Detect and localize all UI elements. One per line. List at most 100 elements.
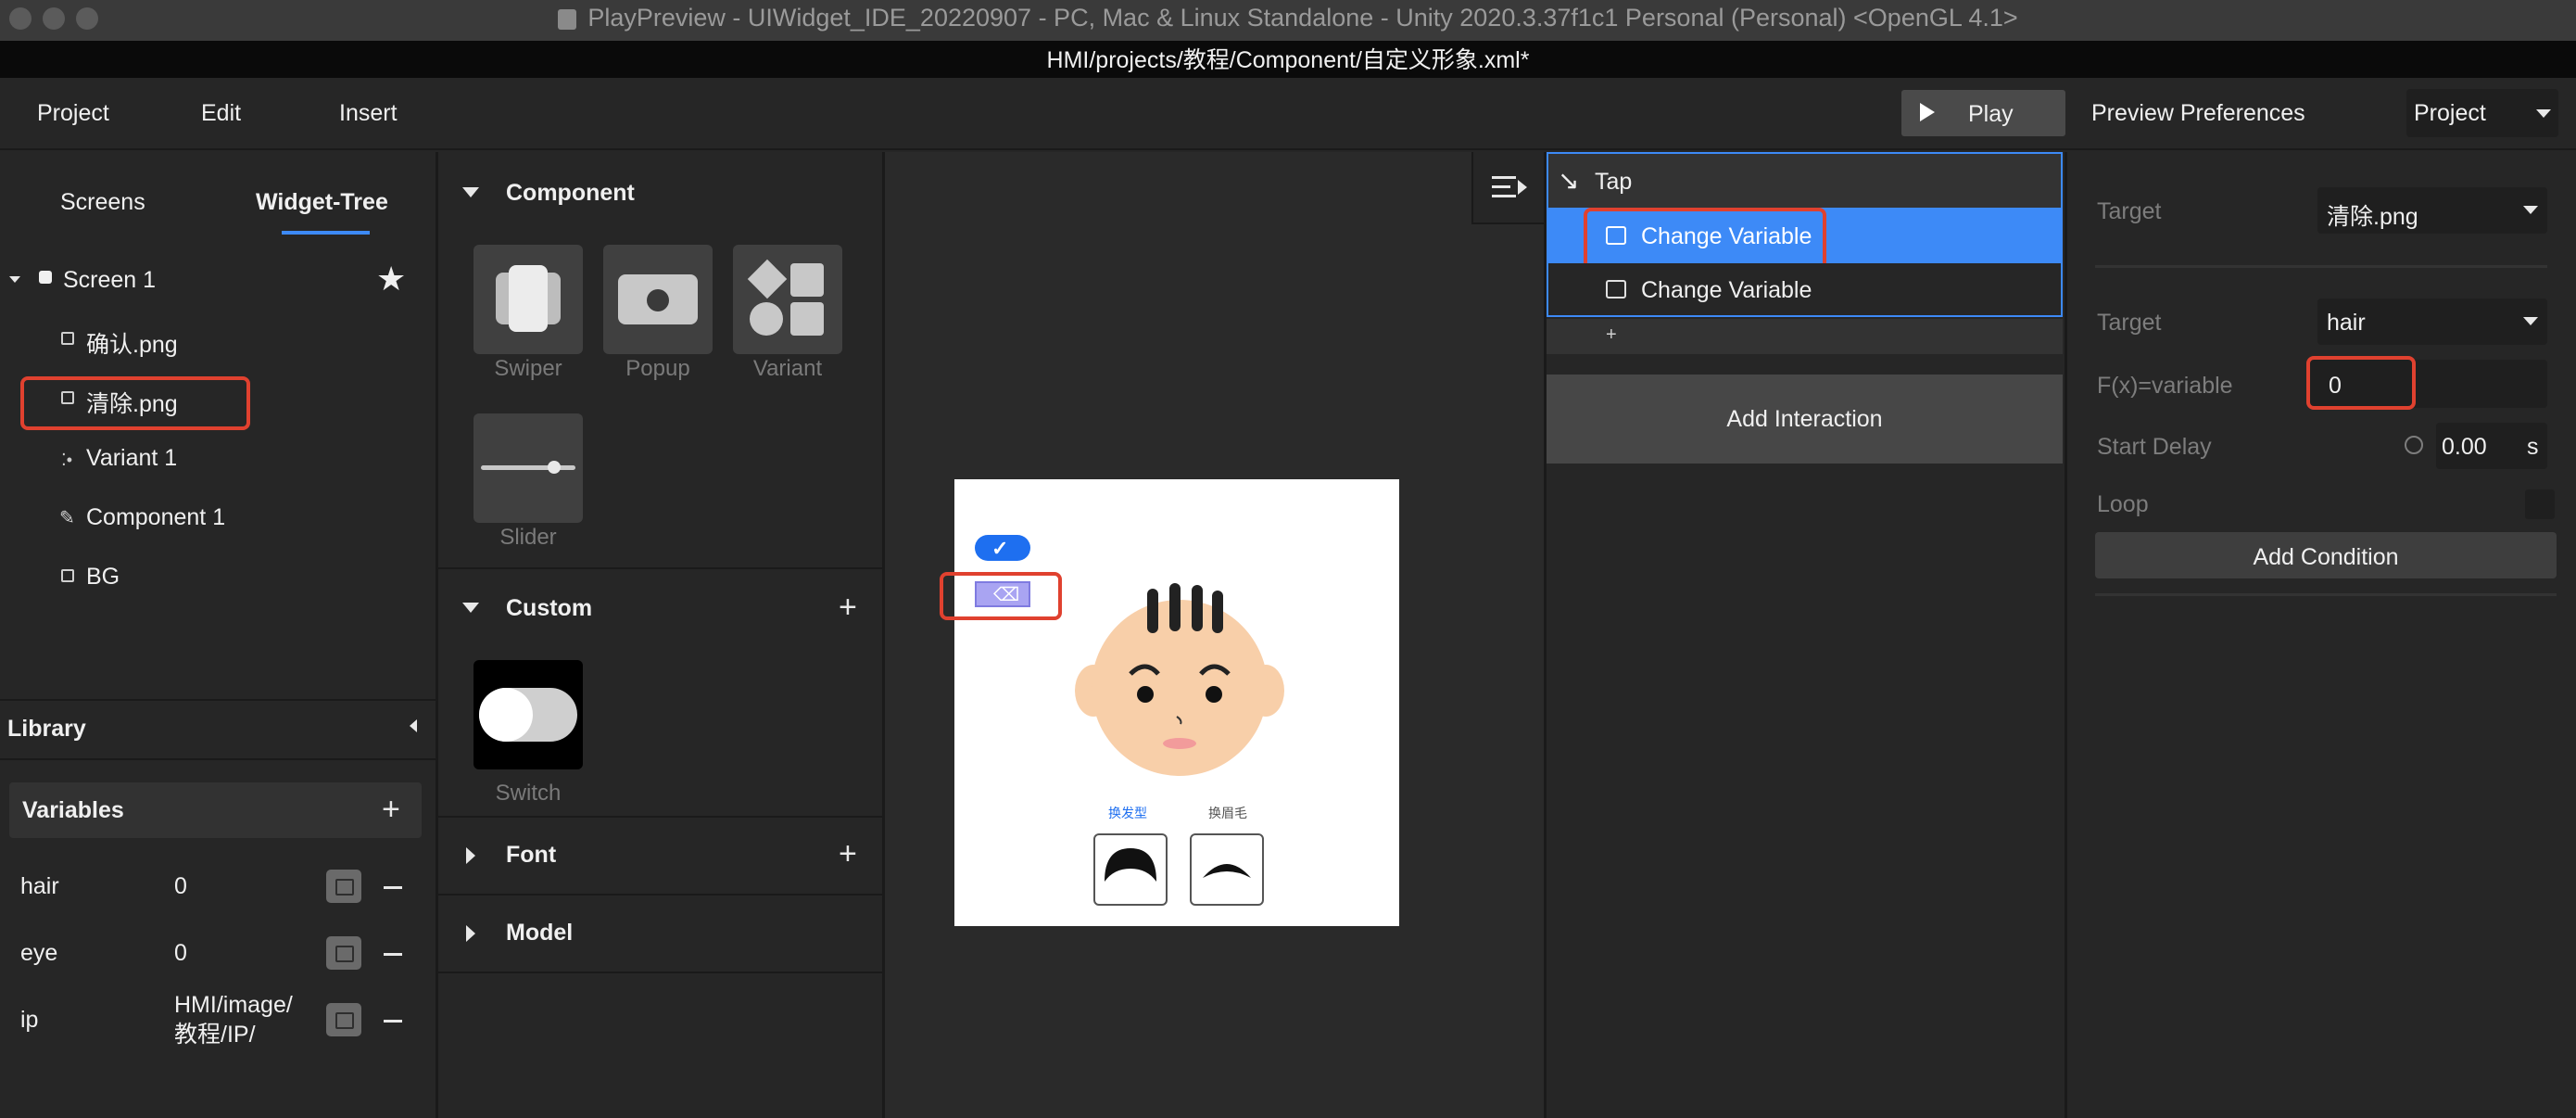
add-condition-button[interactable]: Add Condition [2095,532,2557,578]
custom-section-title: Custom [506,595,593,621]
expand-icon[interactable] [462,603,479,613]
variable-value[interactable]: 0 [174,940,187,967]
eyebrow-tab-label[interactable]: 换眉毛 [1208,804,1247,822]
library-title: Library [7,716,86,742]
variable-name: eye [20,940,58,966]
left-panel: Screens Widget-Tree Screen 1 ★ 确认.png 清除… [0,152,436,1118]
slider-tile[interactable] [474,413,583,523]
components-panel: Component Swiper Popup Variant Slider Cu… [438,152,882,1118]
highlight-box [2306,356,2416,410]
collapse-icon[interactable] [466,925,475,942]
close-window-button[interactable] [9,7,32,30]
window-title-bar: PlayPreview - UIWidget_IDE_20220907 - PC… [0,0,2576,41]
menu-insert[interactable]: Insert [339,100,398,127]
popup-tile[interactable] [603,245,713,354]
variable-value[interactable]: HMI/image/ 教程/IP/ [174,990,293,1049]
chevron-down-icon [2523,206,2538,214]
project-select[interactable]: Project [2406,89,2558,137]
target-select-value: 清除.png [2327,204,2418,230]
avatar-face [1075,583,1284,776]
tab-widget-tree[interactable]: Widget-Tree [256,189,388,216]
add-action-label: + [1606,324,1617,345]
variable-icon [1606,280,1626,299]
eyebrow-option[interactable] [1190,833,1264,906]
chevron-down-icon [2536,109,2551,118]
component-section-title: Component [506,180,635,206]
check-icon: ✓ [991,537,1009,560]
star-icon[interactable]: ★ [376,260,406,299]
component-label: Slider [499,525,557,550]
preview-preferences-title: Preview Preferences [2091,100,2305,126]
play-button[interactable]: Play [1901,90,2065,136]
variable-target-select[interactable]: hair [2317,299,2547,345]
interactions-panel: ↘ Tap Change Variable Change Variable + … [1547,152,2065,1118]
font-section-title: Font [506,842,557,868]
add-custom-button[interactable]: + [839,591,857,623]
tree-item[interactable]: Component 1 [86,504,225,531]
tree-item[interactable]: Variant 1 [86,445,177,472]
variant-icon: ⁚• [61,451,73,469]
tree-item[interactable]: BG [86,564,120,591]
variable-link-button[interactable] [326,870,361,903]
action-row[interactable]: Change Variable [1548,263,2061,315]
tree-item[interactable]: 确认.png [86,326,178,360]
target-label: Target [2097,198,2162,224]
unity-icon [558,8,577,30]
menu-project[interactable]: Project [37,100,109,127]
preview-screen: ✓ ⌫ 换发型 换眉毛 [940,479,1399,926]
screen-icon [39,271,52,284]
loop-label: Loop [2097,491,2149,517]
variable-link-button[interactable] [326,1003,361,1036]
variant-tile[interactable] [733,245,842,354]
collapse-icon[interactable] [466,847,475,864]
tab-active-indicator [282,231,370,235]
start-delay-input[interactable]: 0.00 s [2436,423,2547,469]
hair-tab-label[interactable]: 换发型 [1108,804,1147,822]
variable-name: hair [20,873,59,899]
tab-screens[interactable]: Screens [60,189,145,216]
swiper-tile[interactable] [474,245,583,354]
minimize-window-button[interactable] [43,7,65,30]
variable-value[interactable]: 0 [174,873,187,900]
highlight-box [1584,208,1826,271]
component-label: Popup [625,356,690,381]
confirm-button[interactable]: ✓ [975,535,1030,561]
expand-icon[interactable] [462,187,479,197]
start-delay-unit: s [2527,434,2539,460]
image-icon [61,332,74,345]
window-title: PlayPreview - UIWidget_IDE_20220907 - PC… [587,4,2018,32]
clock-icon [2405,436,2423,454]
expand-icon[interactable] [9,276,20,283]
variable-link-button[interactable] [326,936,361,970]
fx-label: F(x)=variable [2097,373,2233,399]
highlight-box [20,376,250,430]
remove-variable-button[interactable] [384,886,402,889]
zoom-window-button[interactable] [76,7,98,30]
component-label: Switch [495,781,562,806]
menu-edit[interactable]: Edit [201,100,241,127]
target-select[interactable]: 清除.png [2317,187,2547,234]
tree-item-screen-1[interactable]: Screen 1 [63,267,156,294]
project-select-value: Project [2414,100,2486,126]
trigger-label: Tap [1595,169,1633,195]
variables-header: Variables + [9,782,422,838]
collapse-icon[interactable] [410,719,417,732]
variable-target-value: hair [2327,310,2366,336]
add-interaction-button[interactable]: Add Interaction [1547,375,2063,464]
add-interaction-label: Add Interaction [1726,406,1883,432]
hair-option[interactable] [1093,833,1168,906]
model-section-title: Model [506,920,574,946]
switch-tile[interactable] [474,660,583,769]
remove-variable-button[interactable] [384,1020,402,1023]
eyebrow-icon [1203,864,1251,878]
start-delay-value: 0.00 [2442,434,2487,460]
add-font-button[interactable]: + [839,838,857,870]
add-variable-button[interactable]: + [382,794,400,825]
tap-icon: ↘ [1558,166,1580,195]
trigger-row[interactable]: ↘ Tap [1548,154,2061,208]
toggle-panel-button[interactable] [1471,152,1544,224]
remove-variable-button[interactable] [384,953,402,956]
loop-checkbox[interactable] [2525,489,2555,519]
properties-panel: Target 清除.png Target hair F(x)=variable … [2067,152,2576,1118]
add-action-row[interactable]: + [1547,319,2063,354]
